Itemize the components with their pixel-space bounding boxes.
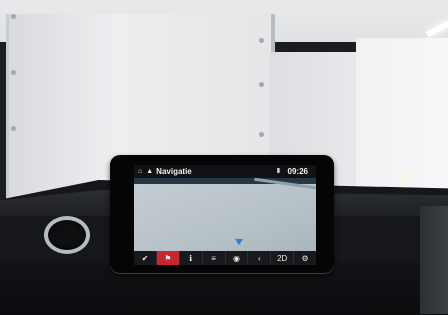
view-mode-label: 2D [277,253,288,263]
navigation-icon: ▲ [146,168,154,175]
location-pin-button[interactable]: ◉ [226,251,249,265]
map-view-button[interactable]: ≡ [203,251,226,265]
settings-gear-button[interactable]: ⚙ [294,251,316,265]
screen-title: Navigatie [156,167,192,176]
display-screen: ⌂ ▲ Navigatie ▮ 09:26 ✔ ⚑ ℹ ≡ ◉ ‹ 2D ⚙ [134,165,316,265]
home-icon[interactable]: ⌂ [138,165,142,178]
destination-flag-button[interactable]: ⚑ [156,251,180,265]
map-view-icon: ≡ [211,253,216,263]
infotainment-display: ⌂ ▲ Navigatie ▮ 09:26 ✔ ⚑ ℹ ≡ ◉ ‹ 2D ⚙ [110,155,334,273]
check-circle-icon: ✔ [141,253,149,263]
person-info-icon: ℹ [189,253,193,263]
destination-flag-icon: ⚑ [164,253,172,263]
car-interior-photo: ⌂ ▲ Navigatie ▮ 09:26 ✔ ⚑ ℹ ≡ ◉ ‹ 2D ⚙ [0,0,448,315]
position-arrow-icon [235,239,243,245]
back-arrow-button[interactable]: ‹ [248,251,272,265]
signal-icon: ▮ [276,168,280,174]
nav-toolbar: ✔ ⚑ ℹ ≡ ◉ ‹ 2D ⚙ [134,251,316,265]
location-pin-icon: ◉ [232,253,240,263]
check-circle-button[interactable]: ✔ [134,251,157,265]
view-mode-label[interactable]: 2D [271,251,295,265]
back-arrow-icon: ‹ [257,253,261,263]
clock: 09:26 [287,167,308,176]
person-info-button[interactable]: ℹ [180,251,203,265]
navigation-map[interactable] [134,177,316,251]
status-bar: ⌂ ▲ Navigatie ▮ 09:26 [134,165,316,178]
settings-gear-icon: ⚙ [301,253,309,263]
dashboard-side [420,206,448,314]
air-vent [44,216,90,254]
